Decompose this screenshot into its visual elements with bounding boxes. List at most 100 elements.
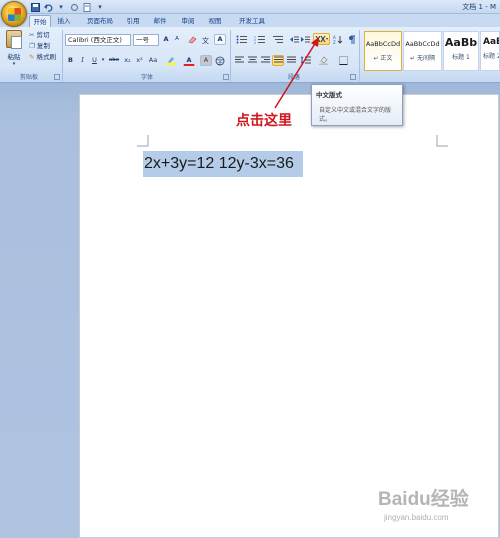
strikethrough-button[interactable]: abe	[107, 55, 121, 66]
paragraph-group-label: 段落	[287, 74, 300, 81]
annotation-label: 点击这里	[236, 113, 292, 129]
svg-text:Z: Z	[333, 40, 336, 44]
clipboard-group-label: 剪贴板	[19, 74, 38, 81]
svg-text:3: 3	[254, 41, 256, 44]
margin-corner-mark	[137, 135, 149, 147]
style-preview: AaBt	[483, 37, 499, 47]
style-name: 标题 1	[452, 54, 470, 61]
style-no-spacing[interactable]: AaBbCcDd ↵ 无间隔	[403, 31, 442, 71]
font-size-value: 一号	[136, 36, 149, 44]
copy-button[interactable]: ❐ 复制	[28, 41, 54, 52]
align-left-icon[interactable]	[234, 55, 245, 66]
quick-access-toolbar: ▾ ▾	[30, 2, 105, 12]
justify-icon[interactable]	[272, 55, 284, 66]
tab-insert[interactable]: 插入	[54, 15, 74, 27]
styles-gallery: AaBbCcDd ↵ 正文 AaBbCcDd ↵ 无间隔 AaBb 标题 1 A…	[362, 31, 500, 71]
font-name-value: Calibri (西文正文)	[68, 36, 122, 44]
asian-layout-icon	[315, 35, 328, 43]
borders-icon[interactable]	[336, 55, 352, 66]
decrease-indent-icon[interactable]	[289, 34, 300, 45]
font-name-select[interactable]: Calibri (西文正文)	[65, 34, 131, 46]
font-launcher-icon[interactable]	[223, 74, 229, 80]
undo-icon[interactable]	[43, 2, 53, 12]
copy-icon: ❐	[29, 42, 35, 50]
cut-button[interactable]: ✂ 剪切	[28, 30, 54, 41]
shrink-font-button[interactable]: A	[172, 34, 182, 45]
align-center-icon[interactable]	[247, 55, 258, 66]
style-preview: AaBbCcDd	[405, 40, 440, 48]
bullets-icon[interactable]	[234, 34, 250, 45]
underline-button[interactable]: U	[90, 55, 99, 66]
tooltip-title: 中文版式	[316, 91, 342, 99]
watermark-logo: Baidu经验	[378, 489, 469, 510]
highlight-color-icon[interactable]	[164, 55, 177, 66]
shading-icon[interactable]	[316, 55, 332, 66]
italic-button[interactable]: I	[78, 55, 87, 66]
bold-button[interactable]: B	[66, 55, 75, 66]
numbering-icon[interactable]: 123	[252, 34, 268, 45]
font-size-select[interactable]: 一号	[133, 34, 159, 46]
character-shading-button[interactable]: A	[200, 55, 212, 66]
sort-icon[interactable]: AZ	[331, 34, 344, 45]
tab-mailings[interactable]: 邮件	[150, 15, 170, 27]
paste-label: 粘贴	[7, 53, 21, 61]
redo-dropdown-icon[interactable]: ▾	[56, 2, 66, 12]
distributed-icon[interactable]	[286, 55, 297, 66]
style-name: 标题 2	[483, 53, 500, 60]
group-divider	[62, 30, 63, 81]
tooltip: 中文版式 自定义中文或混合文字的版式。	[311, 84, 403, 126]
tab-review[interactable]: 审阅	[178, 15, 198, 27]
character-border-button[interactable]: A	[214, 34, 226, 45]
ribbon-tabs: 开始 插入 页面布局 引用 邮件 审阅 视图 开发工具	[0, 14, 500, 27]
font-color-button[interactable]: A	[183, 55, 195, 66]
paste-icon	[6, 30, 22, 49]
copy-label: 复制	[36, 42, 50, 50]
style-name: ↵ 正文	[373, 55, 393, 62]
pinyin-guide-icon[interactable]: 文	[200, 34, 212, 45]
enclose-characters-icon[interactable]: 字	[214, 55, 226, 66]
clipboard-launcher-icon[interactable]	[54, 74, 60, 80]
paste-dropdown-icon[interactable]: ▾	[4, 61, 24, 67]
scissors-icon: ✂	[29, 31, 35, 39]
style-heading-1[interactable]: AaBb 标题 1	[443, 31, 479, 71]
change-case-button[interactable]: Aa	[146, 55, 160, 66]
style-heading-2[interactable]: AaBt 标题 2	[480, 31, 500, 71]
format-painter-label: 格式刷	[36, 53, 57, 61]
paragraph-launcher-icon[interactable]	[350, 74, 356, 80]
document-page[interactable]: 2x+3y=12 12y-3x=36	[79, 94, 499, 538]
watermark: Baidu经验 jingyan.baidu.com	[378, 484, 498, 534]
window-title: 文档 1 - M	[462, 3, 496, 11]
format-painter-button[interactable]: ✎ 格式刷	[28, 52, 62, 63]
multilevel-list-icon[interactable]	[270, 34, 286, 45]
office-logo-icon	[8, 8, 21, 21]
tab-home[interactable]: 开始	[29, 15, 51, 27]
superscript-button[interactable]: x²	[134, 55, 145, 66]
customize-toolbar-icon[interactable]: ▾	[95, 2, 105, 12]
print-preview-icon[interactable]	[82, 2, 92, 12]
svg-text:字: 字	[217, 58, 223, 66]
redo-icon[interactable]	[69, 2, 79, 12]
style-name: ↵ 无间隔	[410, 55, 435, 62]
asian-layout-button[interactable]	[313, 33, 330, 45]
group-divider	[230, 30, 231, 81]
tab-view[interactable]: 视图	[205, 15, 225, 27]
paste-button[interactable]: 粘贴 ▾	[4, 30, 24, 68]
tab-developer[interactable]: 开发工具	[236, 15, 268, 27]
line-spacing-icon[interactable]	[299, 55, 312, 66]
grow-font-button[interactable]: A	[161, 34, 171, 45]
selected-text[interactable]: 2x+3y=12 12y-3x=36	[143, 151, 303, 177]
tab-page-layout[interactable]: 页面布局	[82, 15, 118, 27]
title-bar: ▾ ▾ 文档 1 - M	[0, 0, 500, 14]
align-right-icon[interactable]	[260, 55, 271, 66]
tab-references[interactable]: 引用	[123, 15, 143, 27]
svg-text:文: 文	[202, 36, 209, 44]
save-icon[interactable]	[30, 2, 40, 12]
subscript-button[interactable]: x₂	[122, 55, 133, 66]
show-marks-icon[interactable]	[346, 34, 357, 45]
clear-format-icon[interactable]	[186, 34, 198, 45]
ribbon: 粘贴 ▾ ✂ 剪切 ❐ 复制 ✎ 格式刷 剪贴板 Calibri (西文正文) …	[0, 27, 500, 83]
underline-dropdown-icon[interactable]: ▾	[100, 55, 106, 66]
increase-indent-icon[interactable]	[300, 34, 311, 45]
office-button[interactable]	[1, 1, 27, 27]
style-normal[interactable]: AaBbCcDd ↵ 正文	[364, 31, 402, 71]
